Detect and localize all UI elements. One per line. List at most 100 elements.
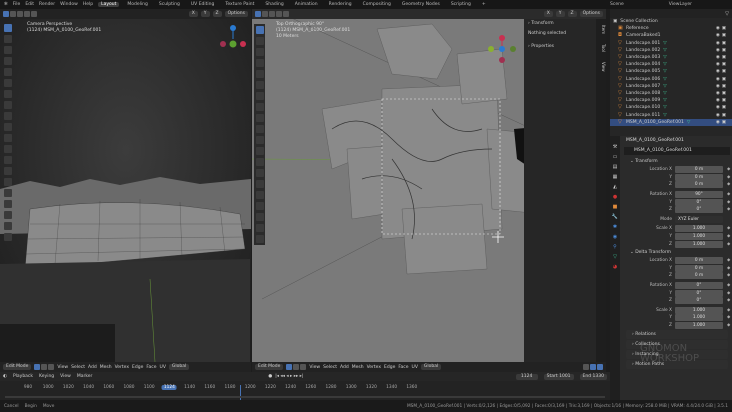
keyframe-icon[interactable]: ◆	[727, 207, 730, 212]
value-field[interactable]: 0°	[675, 297, 723, 305]
overlay-shading-buttons[interactable]	[583, 364, 603, 370]
transform-orientation[interactable]: Global	[168, 364, 190, 370]
add-workspace-button[interactable]: +	[479, 2, 489, 7]
material-tab-icon[interactable]: ◕	[613, 264, 617, 270]
axis-z-toggle[interactable]: Z	[567, 11, 577, 17]
value-field[interactable]: 0°	[675, 198, 723, 206]
visibility-toggle-icon[interactable]: ◉▣	[716, 113, 732, 118]
menu-uv[interactable]: UV	[160, 365, 166, 370]
menu-view[interactable]: View	[309, 365, 320, 370]
measure-tool-icon[interactable]	[255, 103, 264, 111]
loop-cut-tool-icon[interactable]	[3, 145, 12, 153]
transform-orientation[interactable]: Global	[420, 364, 442, 370]
select-tool-icon[interactable]	[3, 24, 12, 32]
keyframe-icon[interactable]: ◆	[727, 323, 730, 328]
menu-uv[interactable]: UV	[412, 365, 418, 370]
outliner-item[interactable]: ▽ Landscape.001 ▽ ◉▣	[610, 40, 732, 47]
menu-help[interactable]: Help	[83, 2, 93, 7]
sidebar-tab-item[interactable]: Item	[596, 25, 606, 34]
menu-face[interactable]: Face	[398, 365, 408, 370]
edge-slide-tool-icon[interactable]	[3, 200, 12, 208]
keyframe-icon[interactable]: ◆	[727, 182, 730, 187]
menu-face[interactable]: Face	[146, 365, 156, 370]
value-field[interactable]: 0 m	[675, 272, 723, 280]
annotate-tool-icon[interactable]	[255, 92, 264, 100]
modifier-tab-icon[interactable]: 🔧	[612, 214, 618, 220]
blender-logo-icon[interactable]: ✻	[4, 2, 8, 7]
timeline-scrollbar[interactable]	[5, 396, 605, 398]
particles-tab-icon[interactable]: ✱	[613, 224, 617, 230]
menu-view[interactable]: View	[57, 365, 68, 370]
timeline[interactable]: ◐ Playback Keying View Marker ● |◂ ◂◂ ◂ …	[0, 372, 610, 400]
options-dropdown[interactable]: Options	[579, 11, 603, 17]
visibility-toggle-icon[interactable]: ◉▣	[716, 84, 732, 89]
edge-slide-tool-icon[interactable]	[255, 202, 264, 210]
scale-tool-icon[interactable]	[3, 68, 12, 76]
output-tab-icon[interactable]: ▤	[613, 164, 618, 170]
outliner-item[interactable]: ▽ Landscape.008 ▽ ◉▣	[610, 90, 732, 97]
playback-controls[interactable]: ● |◂ ◂◂ ◂ ▸ ▸▸ ▸|	[268, 374, 303, 379]
scene-collection[interactable]: ▣ Scene Collection	[610, 18, 732, 25]
select-mode-toggles[interactable]	[255, 11, 289, 17]
menu-file[interactable]: File	[13, 2, 21, 7]
value-field[interactable]: 0°	[675, 206, 723, 214]
value-field[interactable]: 1.000	[675, 225, 723, 233]
keyframe-icon[interactable]: ◆	[727, 242, 730, 247]
measure-tool-icon[interactable]	[3, 101, 12, 109]
menu-select[interactable]: Select	[323, 365, 337, 370]
keyframe-icon[interactable]: ◆	[727, 192, 730, 197]
keyframe-icon[interactable]: ◆	[727, 291, 730, 296]
tab-animation[interactable]: Animation	[292, 2, 321, 7]
keyframe-icon[interactable]: ◆	[727, 175, 730, 180]
keyframe-icon[interactable]: ◆	[727, 298, 730, 303]
rotation-mode-dropdown[interactable]: XYZ Euler	[675, 215, 723, 223]
timeline-editor-icon[interactable]: ◐	[3, 374, 7, 379]
smooth-tool-icon[interactable]	[255, 191, 264, 199]
menu-select[interactable]: Select	[71, 365, 85, 370]
move-tool-icon[interactable]	[3, 46, 12, 54]
value-field[interactable]: 0 m	[675, 257, 723, 265]
keyframe-icon[interactable]: ◆	[727, 273, 730, 278]
select-mode-toggles[interactable]	[3, 11, 37, 17]
relations-panel[interactable]: › Relations	[626, 330, 728, 340]
constraints-tab-icon[interactable]: ⚲	[613, 244, 617, 250]
tab-layout[interactable]: Layout	[98, 2, 120, 7]
visibility-toggle-icon[interactable]: ◉▣	[716, 41, 732, 46]
extrude-tool-icon[interactable]	[3, 112, 12, 120]
knife-tool-icon[interactable]	[3, 156, 12, 164]
end-frame-field[interactable]: End 1330	[579, 373, 607, 380]
menu-add[interactable]: Add	[88, 365, 97, 370]
cursor-tool-icon[interactable]	[255, 37, 264, 45]
move-tool-icon[interactable]	[255, 48, 264, 56]
value-field[interactable]: 1.000	[675, 240, 723, 248]
delta-transform-panel-header[interactable]: ⌄ Delta Transform	[622, 248, 732, 257]
value-field[interactable]: 1.000	[675, 314, 723, 322]
keyframe-icon[interactable]: ◆	[727, 266, 730, 271]
keyframe-icon[interactable]: ◆	[727, 226, 730, 231]
current-frame-field[interactable]: 1124	[515, 373, 538, 380]
sidebar-tab-tool[interactable]: Tool	[596, 44, 606, 52]
tab-compositing[interactable]: Compositing	[360, 2, 394, 7]
menu-vertex[interactable]: Vertex	[367, 365, 381, 370]
tab-shading[interactable]: Shading	[262, 2, 286, 7]
value-field[interactable]: 1.000	[675, 321, 723, 329]
visibility-toggle-icon[interactable]: ◉▣	[716, 62, 732, 67]
keyframe-icon[interactable]: ◆	[727, 200, 730, 205]
world-tab-icon[interactable]: ●	[613, 194, 617, 200]
tool-tab-icon[interactable]: ⚒	[613, 144, 617, 150]
shear-tool-icon[interactable]	[3, 222, 12, 230]
keyframe-icon[interactable]: ◆	[727, 167, 730, 172]
cursor-tool-icon[interactable]	[3, 35, 12, 43]
rotate-tool-icon[interactable]	[255, 59, 264, 67]
outliner-item[interactable]: ▽ Landscape.011 ▽ ◉▣	[610, 111, 732, 118]
view-layer-tab-icon[interactable]: ▦	[613, 174, 618, 180]
visibility-toggle-icon[interactable]: ◉▣	[716, 77, 732, 82]
mode-selector[interactable]: Edit Mode	[3, 364, 32, 370]
annotate-tool-icon[interactable]	[3, 90, 12, 98]
left-3d-viewport[interactable]: X Y Z Options Camera Perspective (1124) …	[0, 9, 251, 362]
rip-tool-icon[interactable]	[3, 233, 12, 241]
menu-edge[interactable]: Edge	[132, 365, 143, 370]
frame-ruler[interactable]: 980 1000 1020 1040 1060 1080 1100 1124 1140 1160 1…	[0, 385, 610, 393]
menu-mesh[interactable]: Mesh	[352, 365, 364, 370]
outliner-item[interactable]: ▽ Landscape.009 ▽ ◉▣	[610, 97, 732, 104]
